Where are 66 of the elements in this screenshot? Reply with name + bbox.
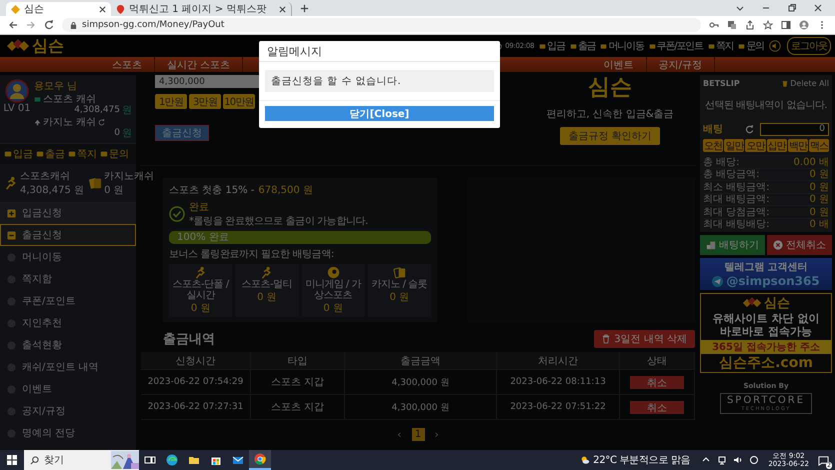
currency-unit: 원: [122, 128, 132, 139]
summary-value: 0 원: [809, 180, 829, 194]
bonus-amount: 678,500 원: [258, 184, 313, 197]
table-cell: 4,300,000 원: [345, 370, 497, 394]
target-label: 스포츠-단폴 / 실시간: [172, 279, 230, 301]
ad-text: 바로바로 접속가능: [720, 325, 812, 338]
wallet-label: 카지노 캐쉬: [43, 117, 96, 128]
target-amount: 0 원: [390, 291, 410, 304]
dialog-message: 출금신청을 할 수 없습니다.: [265, 70, 494, 92]
tagline: 편리하고, 신속한 입금&출금: [546, 108, 674, 121]
ad-strip: 365일 접속가능한 주소: [701, 340, 831, 354]
summary-value: 0 배: [809, 218, 829, 232]
user-name: 용모우 님: [34, 80, 78, 93]
stake-label: 배팅: [703, 123, 724, 136]
summary-value: 0 원: [809, 206, 829, 219]
table-cell: 2023-06-22 07:27:31: [141, 395, 251, 419]
target-amount: 0 원: [257, 291, 277, 304]
summary-label: 최대 배팅배당:: [703, 218, 770, 232]
summary-label: 최대 배팅금액:: [703, 193, 770, 206]
requirement-label: 보너스 롤링완료까지 필요한 배팅금액:: [169, 248, 335, 261]
currency-unit: 원: [122, 105, 132, 116]
summary-value: 0.00 배: [794, 156, 829, 169]
summary-value: 0 원: [809, 193, 829, 206]
empty-message: 선택된 배팅내역이 없습니다.: [704, 99, 828, 113]
cash-label: 카지노캐쉬: [104, 170, 154, 183]
bonus-title: 스포츠 첫충 15% -: [169, 184, 254, 197]
ad-text: 유해사이트 차단 없이: [712, 312, 820, 325]
status-label: 완료: [189, 201, 210, 214]
ad-domain: 심슨주소.com: [719, 354, 813, 372]
table-cell: 2023-06-22 07:54:29: [141, 370, 251, 394]
cash-label: 스포츠캐쉬: [20, 170, 71, 183]
summary-label: 총 배당금액:: [703, 168, 760, 182]
banner-title: 텔레그램 고객센터: [724, 261, 808, 274]
column-header: 타입: [251, 352, 345, 369]
wallet-amount: 0: [114, 128, 120, 139]
cash-amount: 0 원: [104, 184, 125, 197]
target-label: 스포츠-멀티: [242, 279, 292, 290]
target-amount: 0 원: [323, 302, 343, 315]
dialog-title: 알림메시지: [259, 41, 500, 62]
column-header: 출금금액: [345, 352, 497, 369]
table-cell: 스포츠 지갑: [251, 395, 345, 419]
summary-label: 최대 당첨금액:: [703, 206, 770, 219]
summary-label: 총 배당:: [703, 156, 740, 169]
banner-handle: @simpson365: [726, 274, 820, 288]
cash-amount: 4,308,475 원: [20, 184, 84, 197]
column-header: 상태: [620, 352, 695, 369]
summary-value: 0 원: [809, 168, 829, 182]
wallet-amount: 4,308,475: [74, 105, 120, 116]
table-cell: 2023-06-22 08:11:13: [497, 370, 620, 394]
progress-bar: 100% 완료: [169, 231, 431, 244]
section-title: 출금내역: [163, 331, 215, 348]
column-header: 처리시간: [497, 352, 620, 369]
summary-label: 최소 배팅금액:: [703, 180, 770, 194]
status-note: *롤링을 완료했으므로 출금이 가능합니다.: [189, 215, 368, 228]
wallet-label: 스포츠 캐쉬: [43, 94, 96, 105]
target-label: 카지노 / 슬롯: [372, 279, 428, 290]
target-label: 미니게임 / 가상스포츠: [304, 279, 362, 301]
ad-logo: 심슨: [764, 295, 790, 312]
betslip-title: BETSLIP: [703, 78, 740, 88]
hero-logo: 심슨: [588, 75, 632, 101]
table-cell: 2023-06-22 07:51:22: [497, 395, 620, 419]
level-label: LV 01: [3, 103, 31, 114]
target-amount: 0 원: [190, 302, 210, 315]
table-cell: 4,300,000 원: [345, 395, 497, 419]
column-header: 신청시간: [141, 352, 251, 369]
table-cell: 스포츠 지갑: [251, 370, 345, 394]
